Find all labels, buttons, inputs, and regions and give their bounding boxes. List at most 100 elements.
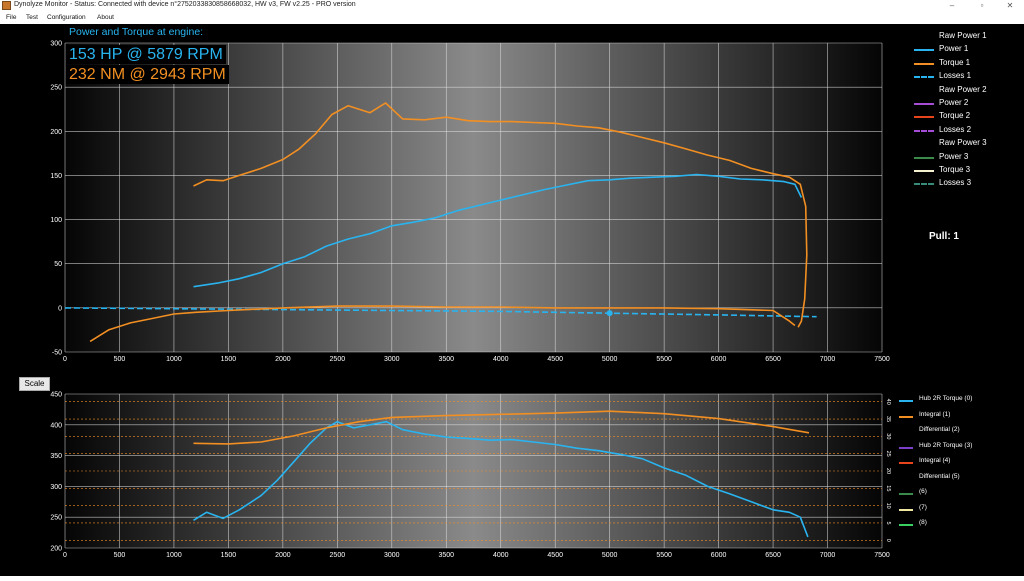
legend-item[interactable]: Hub 2R Torque (3) bbox=[897, 442, 1013, 454]
y-tick-label: 200 bbox=[50, 546, 62, 553]
menu-bar: File Test Configuration About bbox=[0, 12, 1024, 24]
pull-label: Pull: 1 bbox=[928, 231, 959, 242]
menu-configuration[interactable]: Configuration bbox=[47, 14, 86, 21]
dyno-workspace: 0 500 1000 1500 2000 2500 3000 3500 4000 4500 5000… bbox=[0, 24, 1024, 576]
x-tick-label: 3000 bbox=[384, 552, 400, 559]
legend-label: Torque 2 bbox=[939, 111, 971, 121]
legend-label: Losses 3 bbox=[939, 178, 972, 188]
legend-label: (8) bbox=[919, 519, 927, 526]
legend-swatch bbox=[914, 129, 934, 132]
legend-label: Raw Power 3 bbox=[939, 138, 987, 148]
power-torque-title: Power and Torque at engine: bbox=[66, 26, 207, 38]
legend-item[interactable]: Losses 1 bbox=[896, 71, 992, 83]
y-tick-label: 450 bbox=[50, 392, 62, 399]
x-tick-label: 1000 bbox=[166, 552, 182, 559]
x-tick-label: 1500 bbox=[221, 552, 237, 559]
y2-tick-label: 35 bbox=[885, 416, 891, 422]
minimize-button[interactable]: – bbox=[937, 0, 967, 12]
x-tick-label: 7500 bbox=[874, 552, 890, 559]
maximize-button[interactable]: ▫ bbox=[967, 0, 997, 12]
x-tick-label: 2000 bbox=[275, 552, 291, 559]
legend-label: (7) bbox=[919, 503, 927, 511]
y-tick-label: 300 bbox=[50, 484, 62, 491]
legend-swatch bbox=[899, 400, 913, 402]
legend-label: Losses 2 bbox=[939, 124, 972, 134]
menu-about[interactable]: About bbox=[97, 14, 114, 21]
legend-label: Power 1 bbox=[939, 44, 969, 54]
x-tick-label: 5500 bbox=[656, 552, 672, 559]
legend-label: Raw Power 1 bbox=[939, 31, 987, 40]
legend-item[interactable]: (6) bbox=[897, 488, 1013, 500]
menu-test[interactable]: Test bbox=[26, 14, 38, 21]
peak-power-readout: 153 HP @ 5879 RPM bbox=[66, 45, 226, 64]
x-tick-label: 500 bbox=[114, 552, 126, 559]
x-tick-label: 2000 bbox=[275, 356, 291, 363]
legend-label: Differential (2) bbox=[919, 426, 960, 433]
legend-item[interactable]: Torque 3 bbox=[896, 165, 992, 177]
losses-marker bbox=[606, 310, 613, 317]
legend-item[interactable]: Hub 2R Torque (0) bbox=[897, 395, 1013, 407]
legend-item[interactable]: Losses 2 bbox=[896, 125, 992, 137]
window-title: Dynolyze Monitor - Status: Connected wit… bbox=[14, 1, 356, 8]
legend-label: Raw Power 2 bbox=[939, 84, 987, 94]
legend-item[interactable]: Power 3 bbox=[896, 152, 992, 164]
legend-item[interactable]: Losses 3 bbox=[896, 178, 992, 190]
legend-item[interactable]: Integral (1) bbox=[897, 411, 1013, 423]
legend-item[interactable]: Power 2 bbox=[896, 98, 992, 110]
x-tick-label: 4000 bbox=[493, 552, 509, 559]
x-tick-label: 0 bbox=[63, 356, 67, 363]
legend-swatch bbox=[899, 462, 913, 464]
legend-item[interactable]: Torque 2 bbox=[896, 111, 992, 123]
x-tick-label: 5500 bbox=[656, 356, 672, 363]
y-tick-label: 400 bbox=[50, 422, 62, 429]
x-tick-label: 7500 bbox=[874, 356, 890, 363]
legend-item[interactable]: (7) bbox=[897, 504, 1013, 516]
y2-tick-label: 15 bbox=[885, 485, 891, 491]
y2-tick-label: 20 bbox=[885, 468, 891, 474]
legend-label: Power 2 bbox=[939, 98, 969, 107]
close-button[interactable]: ✕ bbox=[995, 0, 1024, 12]
legend-item[interactable]: Raw Power 1 bbox=[896, 31, 992, 43]
y-tick-label: 200 bbox=[50, 129, 62, 136]
x-tick-label: 7000 bbox=[820, 356, 836, 363]
legend-label: (6) bbox=[919, 488, 927, 495]
legend-swatch bbox=[914, 103, 934, 105]
legend-swatch bbox=[899, 524, 913, 526]
legend-item[interactable]: (8) bbox=[897, 519, 1013, 531]
x-tick-label: 1000 bbox=[166, 356, 182, 363]
y2-tick-label: 5 bbox=[885, 521, 891, 524]
y2-tick-label: 0 bbox=[885, 539, 891, 542]
app-icon bbox=[2, 1, 11, 10]
peak-torque-readout: 232 NM @ 2943 RPM bbox=[66, 65, 229, 84]
y-tick-label: 250 bbox=[50, 515, 62, 522]
legend-swatch bbox=[914, 49, 934, 52]
x-tick-label: 3000 bbox=[384, 356, 400, 363]
legend-item[interactable]: Raw Power 2 bbox=[896, 85, 992, 97]
power-legend: Raw Power 1 Power 1 Torque 1 Losses 1 Raw Po… bbox=[896, 29, 992, 227]
x-tick-label: 5000 bbox=[602, 356, 618, 363]
legend-item[interactable]: Differential (5) bbox=[897, 473, 1013, 485]
y-tick-label: 150 bbox=[50, 173, 62, 180]
x-tick-label: 6000 bbox=[711, 552, 727, 559]
y-tick-label: 50 bbox=[54, 261, 62, 268]
legend-swatch bbox=[899, 446, 913, 449]
legend-swatch bbox=[914, 170, 934, 172]
y-tick-label: -50 bbox=[52, 350, 62, 357]
x-tick-label: 2500 bbox=[330, 552, 346, 559]
scale-button[interactable]: Scale bbox=[19, 377, 50, 391]
legend-item[interactable]: Torque 1 bbox=[896, 58, 992, 70]
x-tick-label: 4500 bbox=[547, 356, 563, 363]
legend-item[interactable]: Integral (4) bbox=[897, 457, 1013, 469]
legend-swatch bbox=[899, 508, 913, 511]
legend-label: Hub 2R Torque (0) bbox=[919, 395, 973, 402]
legend-item[interactable]: Power 1 bbox=[896, 44, 992, 56]
x-tick-label: 1500 bbox=[221, 356, 237, 363]
legend-swatch bbox=[914, 76, 934, 79]
x-tick-label: 6500 bbox=[765, 552, 781, 559]
legend-label: Power 3 bbox=[939, 151, 969, 161]
x-tick-label: 3500 bbox=[438, 356, 454, 363]
title-bar: Dynolyze Monitor - Status: Connected wit… bbox=[0, 0, 1024, 12]
menu-file[interactable]: File bbox=[6, 14, 16, 21]
legend-item[interactable]: Raw Power 3 bbox=[896, 138, 992, 150]
legend-item[interactable]: Differential (2) bbox=[897, 426, 1013, 438]
